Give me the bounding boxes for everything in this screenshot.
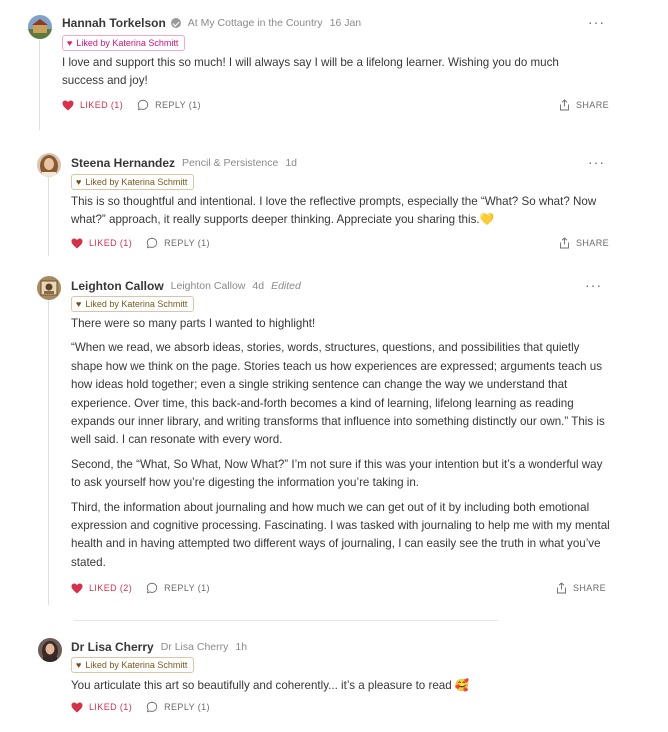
liked-by-author-badge: ♥ Liked by Katerina Schmitt (71, 296, 195, 312)
author-name[interactable]: Steena Hernandez (71, 156, 175, 170)
more-icon[interactable]: ··· (585, 278, 602, 292)
comment-paragraph: This is so thoughtful and intentional. I… (71, 195, 597, 227)
share-label: SHARE (576, 238, 610, 248)
reply-button[interactable]: REPLY (1) (146, 582, 210, 594)
like-label: LIKED (1) (89, 238, 133, 248)
reply-icon (146, 582, 158, 594)
comment-paragraph: I love and support this so much! I will … (62, 56, 559, 88)
share-icon (560, 99, 569, 111)
comment-date[interactable]: 1h (235, 641, 247, 653)
avatar[interactable] (38, 638, 62, 662)
like-label: LIKED (1) (89, 702, 133, 712)
heart-icon (71, 583, 83, 593)
like-button[interactable]: LIKED (1) (71, 238, 132, 249)
heart-icon: ♥ (76, 299, 82, 309)
publication-name[interactable]: Dr Lisa Cherry (161, 641, 229, 653)
like-label: LIKED (2) (89, 583, 133, 593)
author-name[interactable]: Dr Lisa Cherry (71, 640, 154, 654)
comment-date[interactable]: 4d (252, 280, 264, 292)
avatar[interactable] (28, 15, 52, 39)
comment-body: This is so thoughtful and intentional. I… (71, 193, 606, 230)
avatar[interactable] (37, 276, 61, 300)
comment-body: I love and support this so much! I will … (62, 54, 582, 91)
more-icon[interactable]: ··· (588, 155, 605, 169)
comment-body: You articulate this art so beautifully a… (71, 677, 611, 695)
heart-icon (71, 702, 83, 712)
like-button[interactable]: LIKED (2) (71, 583, 132, 594)
heart-icon (71, 238, 83, 248)
reply-button[interactable]: REPLY (1) (146, 701, 210, 713)
publication-name[interactable]: Leighton Callow (171, 280, 246, 292)
reply-button[interactable]: REPLY (1) (146, 237, 210, 249)
author-name[interactable]: Leighton Callow (71, 279, 164, 293)
reply-icon (137, 99, 149, 111)
publication-name[interactable]: At My Cottage in the Country (188, 17, 323, 29)
thread-line (48, 300, 49, 605)
more-icon[interactable]: ··· (588, 15, 605, 29)
thread-line (39, 40, 40, 130)
reply-button[interactable]: REPLY (1) (137, 99, 201, 111)
like-button[interactable]: LIKED (1) (62, 100, 123, 111)
comment-date[interactable]: 16 Jan (330, 17, 362, 29)
share-button[interactable]: SHARE (559, 99, 609, 111)
share-icon (557, 582, 566, 594)
comment-paragraph: There were so many parts I wanted to hig… (71, 317, 316, 330)
author-name[interactable]: Hannah Torkelson (62, 16, 166, 30)
reply-icon (146, 237, 158, 249)
heart-icon: ♥ (67, 38, 73, 48)
reply-icon (146, 701, 158, 713)
liked-by-author-badge: ♥ Liked by Katerina Schmitt (62, 35, 186, 51)
comment-paragraph: Third, the information about journaling … (71, 500, 610, 569)
comment-paragraph: Second, the “What, So What, Now What?” I… (71, 457, 603, 490)
share-button[interactable]: SHARE (559, 237, 609, 249)
thread-line (48, 176, 49, 256)
like-label: LIKED (1) (80, 100, 124, 110)
comment-paragraph: “When we read, we absorb ideas, stories,… (71, 341, 605, 447)
share-icon (560, 237, 569, 249)
reply-label: REPLY (1) (164, 702, 210, 712)
publication-name[interactable]: Pencil & Persistence (182, 157, 278, 169)
reply-label: REPLY (1) (164, 583, 210, 593)
share-label: SHARE (573, 583, 607, 593)
heart-icon (62, 100, 74, 110)
heart-icon: ♥ (76, 177, 82, 187)
avatar[interactable] (37, 153, 61, 177)
comment-date[interactable]: 1d (285, 157, 297, 169)
liked-by-author-badge: ♥ Liked by Katerina Schmitt (71, 174, 195, 190)
divider (74, 620, 498, 621)
badge-label: Liked by Katerina Schmitt (85, 299, 188, 309)
heart-icon: ♥ (76, 660, 82, 670)
share-label: SHARE (576, 100, 610, 110)
comment-body: There were so many parts I wanted to hig… (71, 315, 611, 572)
comment-paragraph: You articulate this art so beautifully a… (71, 679, 470, 692)
share-button[interactable]: SHARE (556, 582, 606, 594)
liked-by-author-badge: ♥ Liked by Katerina Schmitt (71, 657, 195, 673)
badge-label: Liked by Katerina Schmitt (85, 660, 188, 670)
reply-label: REPLY (1) (155, 100, 201, 110)
like-button[interactable]: LIKED (1) (71, 702, 132, 713)
reply-label: REPLY (1) (164, 238, 210, 248)
badge-label: Liked by Katerina Schmitt (85, 177, 188, 187)
verified-icon (170, 18, 181, 28)
edited-label: Edited (271, 280, 301, 292)
badge-label: Liked by Katerina Schmitt (76, 38, 179, 48)
